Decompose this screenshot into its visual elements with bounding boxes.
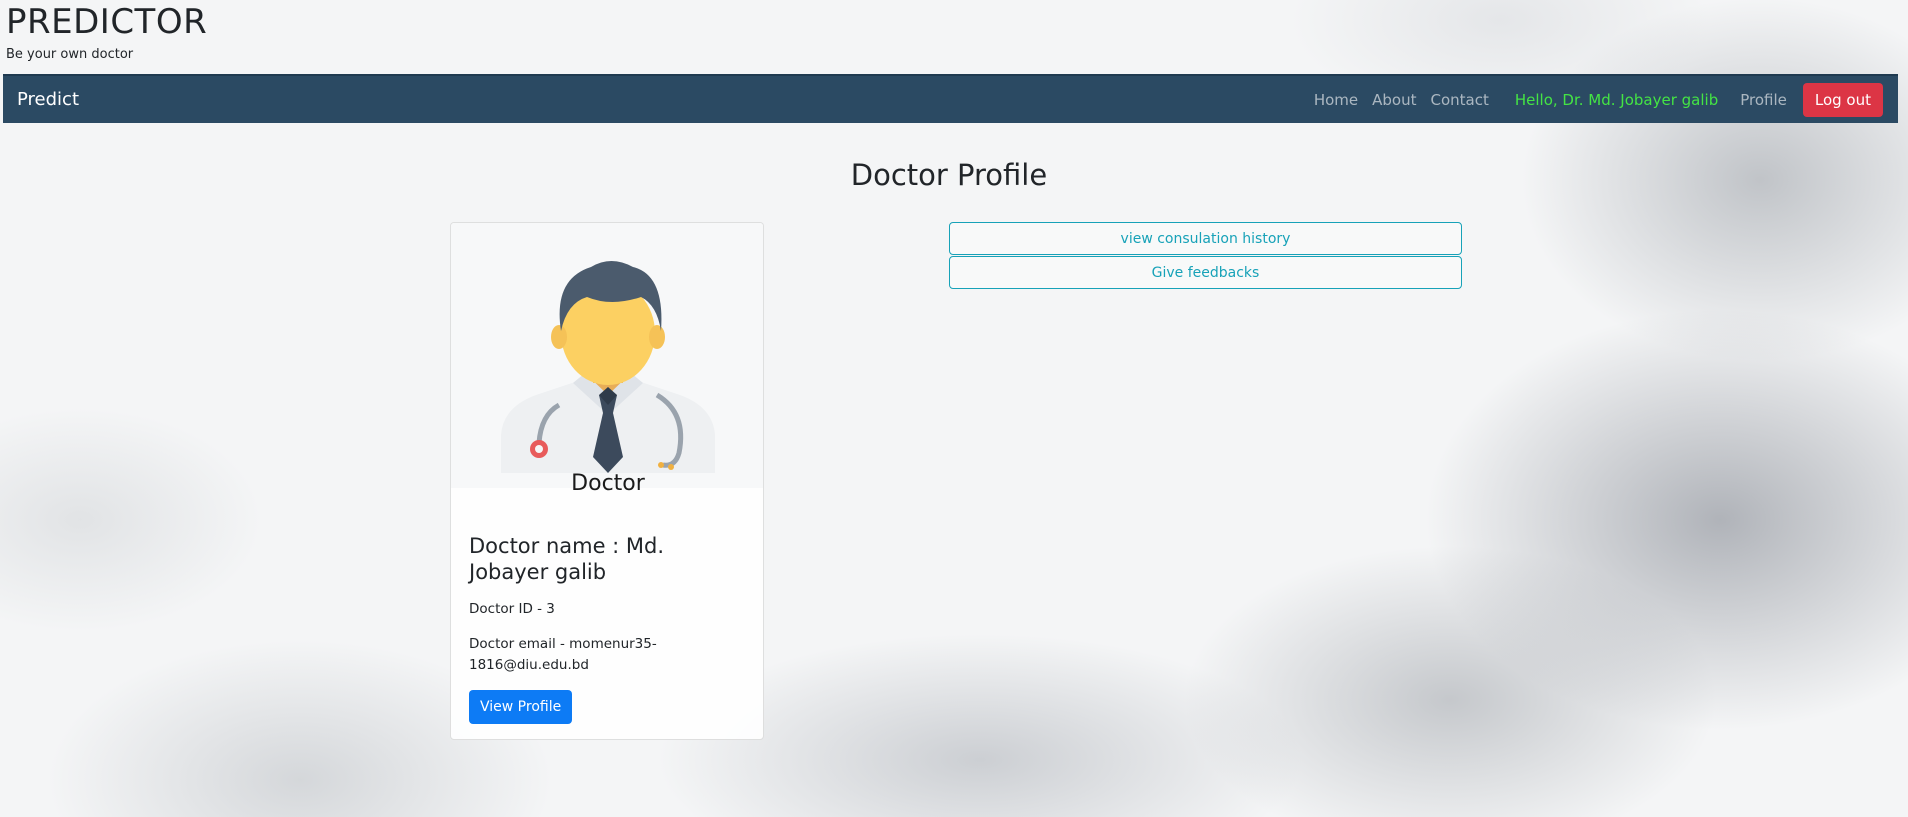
nav-link-home[interactable]: Home xyxy=(1314,91,1358,109)
site-header: PREDICTOR Be your own doctor xyxy=(6,0,207,64)
navbar-brand-link[interactable]: Predict xyxy=(17,89,79,110)
doctor-image-area xyxy=(451,223,763,488)
view-profile-button[interactable]: View Profile xyxy=(469,690,573,724)
site-tagline: Be your own doctor xyxy=(6,47,134,62)
top-navbar: Predict Home About Contact Hello, Dr. Md… xyxy=(3,74,1898,123)
doctor-id: Doctor ID - 3 xyxy=(469,601,555,617)
consultation-history-button[interactable]: view consulation history xyxy=(949,222,1462,255)
site-title: PREDICTOR xyxy=(6,2,208,42)
logout-button[interactable]: Log out xyxy=(1802,82,1883,117)
doctor-name: Doctor name : Md. Jobayer galib xyxy=(469,534,665,584)
page-title: Doctor Profile xyxy=(850,158,1048,192)
give-feedback-button[interactable]: Give feedbacks xyxy=(949,256,1462,289)
nav-link-about[interactable]: About xyxy=(1372,91,1416,109)
doctor-image-caption: Doctor xyxy=(571,471,645,496)
card-body: Doctor name : Md. Jobayer galib Doctor I… xyxy=(469,533,749,724)
doctor-email: Doctor email - momenur35-1816@diu.edu.bd xyxy=(469,636,657,673)
user-greeting: Hello, Dr. Md. Jobayer galib xyxy=(1514,90,1719,109)
nav-link-profile[interactable]: Profile xyxy=(1740,91,1787,109)
nav-link-contact[interactable]: Contact xyxy=(1431,91,1489,109)
navbar-right-menu: Home About Contact Hello, Dr. Md. Jobaye… xyxy=(1300,76,1883,123)
doctor-avatar-icon xyxy=(501,261,715,473)
doctor-profile-card: Doctor Doctor name : Md. Jobayer galib D… xyxy=(450,222,764,740)
